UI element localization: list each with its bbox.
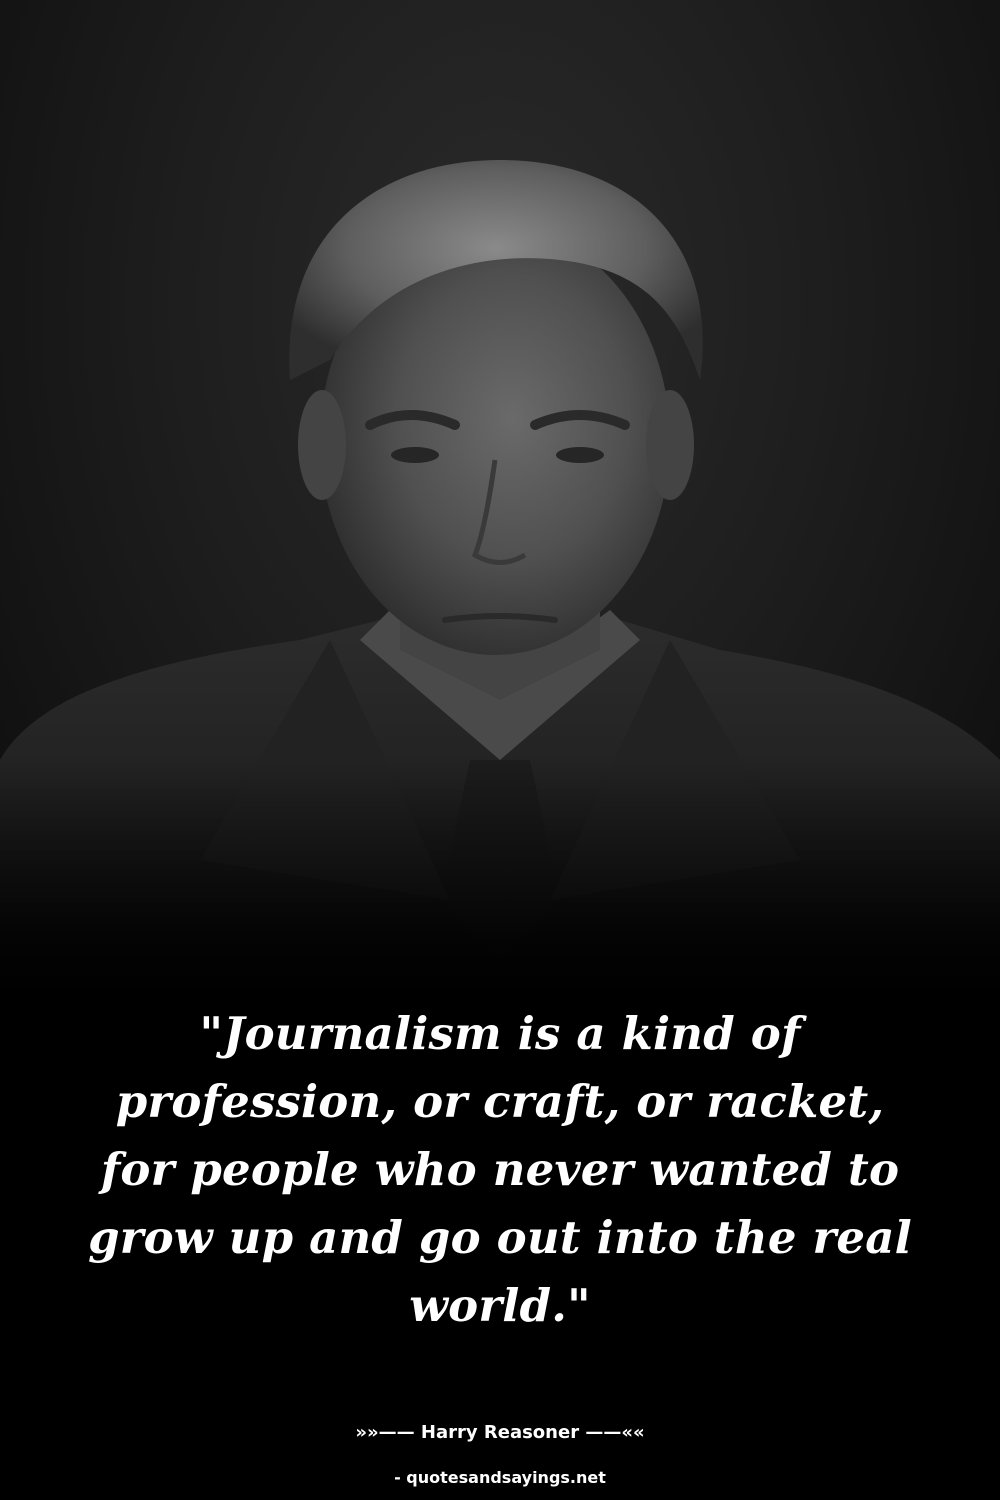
author-attribution: »»—— Harry Reasoner ——«« <box>355 1422 645 1443</box>
quote-poster: "Journalism is a kind of profession, or … <box>0 0 1000 1500</box>
portrait-photo <box>0 0 1000 1000</box>
source-credit: - quotesandsayings.net <box>394 1468 606 1487</box>
quote-text: "Journalism is a kind of profession, or … <box>88 1007 912 1332</box>
photo-fade-overlay <box>0 760 1000 1000</box>
